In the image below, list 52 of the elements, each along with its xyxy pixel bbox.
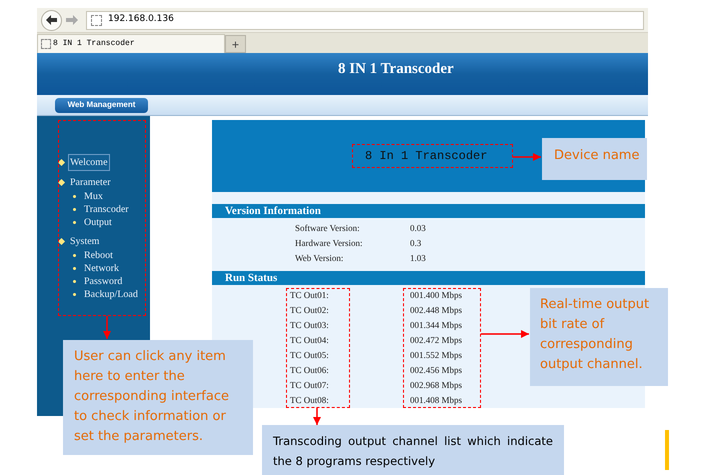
info-label: Software Version: (294, 222, 361, 235)
back-arrow-icon (46, 15, 57, 25)
info-label: TC Out04: (289, 334, 330, 347)
sidebar-item[interactable]: Welcome (68, 154, 110, 170)
info-label: TC Out06: (289, 364, 330, 377)
info-label: TC Out07: (289, 378, 330, 392)
arrow (312, 408, 322, 426)
bullet-icon (73, 195, 76, 198)
arrow (481, 329, 530, 339)
sidebar-item[interactable]: Parameter (68, 174, 113, 190)
info-label: TC Out02: (289, 304, 330, 317)
page-icon (41, 39, 51, 49)
arrow (102, 316, 112, 340)
header-title: 8 IN 1 Transcoder (338, 60, 454, 79)
new-tab-button[interactable]: + (225, 35, 246, 53)
info-value: 002.968 Mbps (410, 378, 462, 392)
info-value: 002.456 Mbps (410, 364, 462, 377)
info-value: 002.448 Mbps (410, 304, 462, 317)
info-label: Hardware Version: (294, 236, 364, 250)
bullet-icon (73, 267, 76, 270)
address-field[interactable]: 192.168.0.136 (86, 10, 644, 30)
page-icon (91, 14, 102, 26)
info-value: 001.344 Mbps (410, 318, 462, 332)
device-name: 8 In 1 Transcoder (365, 148, 488, 165)
back-button[interactable] (41, 10, 62, 30)
section-header: Run Status (212, 271, 645, 285)
info-label: Web Version: (294, 252, 344, 265)
bullet-icon (73, 293, 76, 296)
info-label: TC Out03: (289, 318, 330, 332)
address-text: 192.168.0.136 (108, 13, 174, 26)
bullet-icon (73, 221, 76, 224)
info-value: 1.03 (410, 252, 426, 265)
info-value: 0.3 (410, 236, 422, 250)
caption-note: Transcoding output channel list which indicate the 8 programs respectively (262, 425, 564, 475)
info-value: 001.400 Mbps (410, 288, 462, 302)
info-value: 001.552 Mbps (410, 348, 462, 362)
marker-bar (665, 430, 669, 470)
tab-title: 8 IN 1 Transcoder (53, 38, 135, 50)
menu-tab[interactable]: Web Management (55, 98, 148, 112)
info-value: 002.472 Mbps (410, 334, 462, 347)
browser-tab[interactable]: 8 IN 1 Transcoder (37, 34, 225, 53)
callout-note: Device name (542, 138, 647, 180)
info-label: TC Out01: (289, 288, 330, 302)
sidebar-item[interactable]: System (68, 232, 102, 250)
info-value: 001.408 Mbps (410, 394, 462, 407)
callout-note: User can click any item here to enter the corresponding interface to check information or set the parameters. (63, 340, 253, 455)
bullet-icon (73, 280, 76, 283)
section-header: Version Information (212, 204, 645, 218)
bullet-icon (73, 254, 76, 257)
callout-note: Real-time output bit rate of corresponding output channel. (530, 288, 668, 386)
bullet-icon (73, 208, 76, 211)
info-value: 0.03 (410, 222, 426, 235)
